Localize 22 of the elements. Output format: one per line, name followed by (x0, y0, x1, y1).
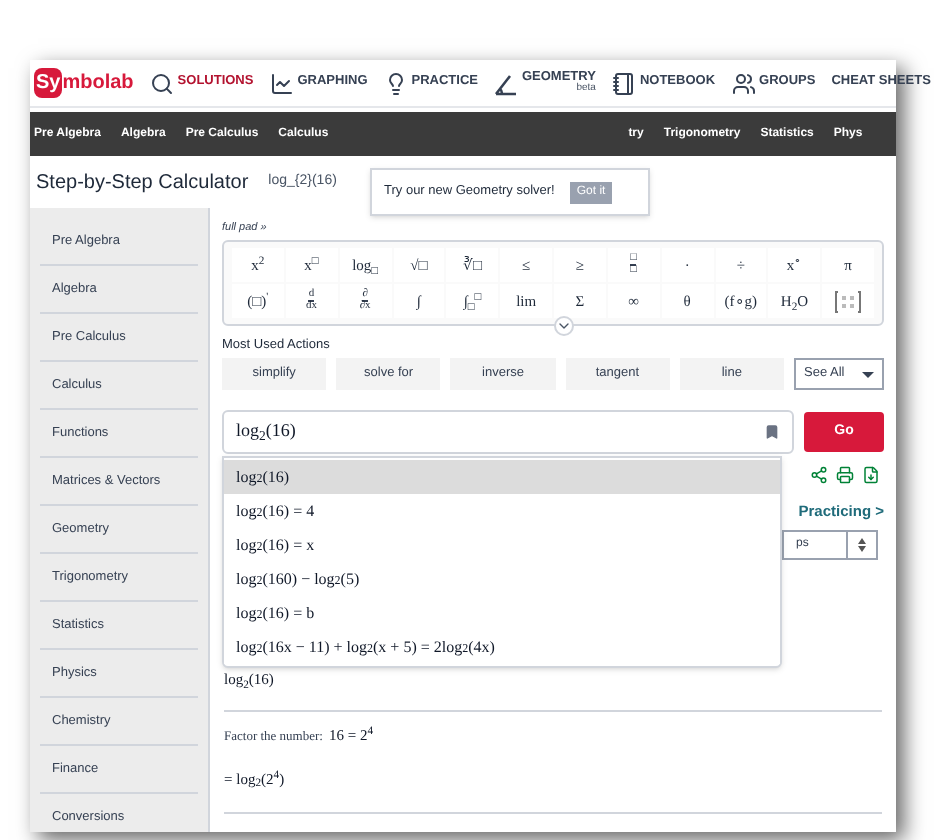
download-icon[interactable] (862, 466, 880, 484)
input-field[interactable]: log$_{2}$(16) (222, 410, 794, 454)
chart-icon (269, 71, 294, 95)
suggestion-item[interactable]: log$_{2}$(16) = b (224, 596, 780, 630)
keypad-key[interactable] (822, 284, 874, 319)
search-icon (149, 71, 174, 95)
notebook-icon (611, 71, 636, 95)
suggestion-item[interactable]: log$_{2}$(160) − log$_{2}$(5) (224, 562, 780, 596)
bookmark-icon[interactable] (764, 424, 780, 440)
caret-icon (862, 371, 875, 377)
share-icon[interactable] (810, 466, 828, 484)
print-icon[interactable] (836, 466, 854, 484)
suggestion-item[interactable]: log$_{2}$(16) = x (224, 528, 780, 562)
suggestion-item[interactable]: log$_{2}$(16x − 11) + log$_{2}$(x + 5) = 2log$_{2}$(4x) (224, 630, 780, 664)
angle-icon (493, 71, 518, 95)
suggestion-item[interactable]: log$_{2}$(16) = 4 (224, 494, 780, 528)
lightbulb-icon (383, 71, 408, 95)
suggestion-item[interactable]: log$_{2}$(16) (224, 460, 780, 494)
matrix-icon (834, 289, 863, 314)
logo[interactable]: Symbolab (34, 68, 134, 98)
page-title: Step-by-Step Calculator (36, 169, 249, 197)
users-icon (731, 71, 756, 95)
